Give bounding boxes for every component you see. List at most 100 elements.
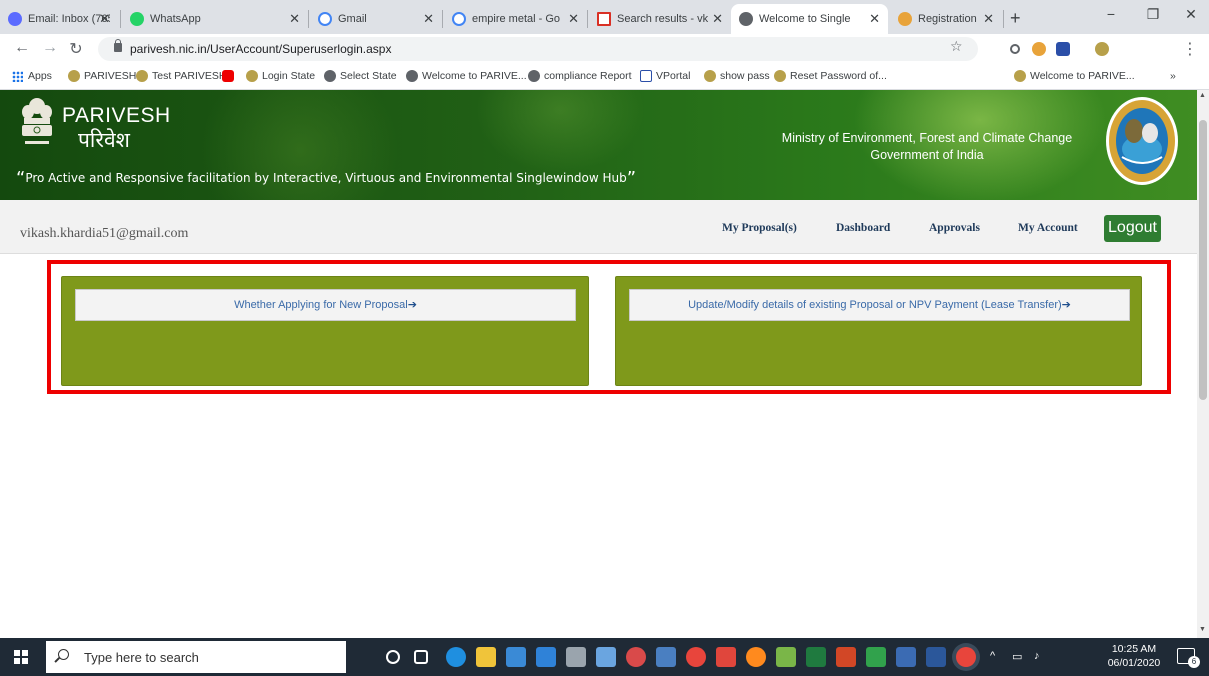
excel-icon[interactable] xyxy=(806,647,826,667)
back-arrow-icon[interactable]: ← xyxy=(12,39,32,57)
tab-empire-metal[interactable]: empire metal - Go ✕ xyxy=(444,4,587,34)
arrow-right-icon: ➔ xyxy=(407,299,417,311)
page-viewport: PARIVESH परिवेश “Pro Active and Responsi… xyxy=(0,90,1197,638)
tab-close-icon[interactable]: ✕ xyxy=(423,11,434,27)
site-tagline: “Pro Active and Responsive facilitation … xyxy=(16,168,637,189)
app-icon-blue[interactable] xyxy=(656,647,676,667)
paint-icon[interactable] xyxy=(596,647,616,667)
tab-close-icon[interactable]: ✕ xyxy=(289,11,300,27)
chrome-icon[interactable] xyxy=(686,647,706,667)
tab-whatsapp[interactable]: WhatsApp ✕ xyxy=(122,4,308,34)
tab-close-icon[interactable]: ✕ xyxy=(568,11,579,27)
tray-chevron-up-icon[interactable]: ^ xyxy=(990,650,995,662)
profile-avatar-icon[interactable] xyxy=(1095,42,1109,56)
app-icon-green[interactable] xyxy=(776,647,796,667)
nav-approvals[interactable]: Approvals xyxy=(929,222,980,234)
url-text[interactable]: parivesh.nic.in/UserAccount/Superuserlog… xyxy=(130,42,391,56)
tab-email-inbox[interactable]: Email: Inbox (765) ✕ xyxy=(0,4,118,34)
word-icon[interactable] xyxy=(926,647,946,667)
browser-tab-strip: Email: Inbox (765) ✕ WhatsApp ✕ Gmail ✕ … xyxy=(0,0,1209,34)
bookmark-test-parivesh[interactable]: Test PARIVESH xyxy=(136,70,227,82)
visio-icon[interactable] xyxy=(896,647,916,667)
whatsapp-favicon-icon xyxy=(130,12,144,26)
chrome-menu-icon[interactable]: ⋮ xyxy=(1180,39,1200,59)
apps-grid-icon xyxy=(12,71,23,82)
firefox-icon[interactable] xyxy=(746,647,766,667)
calculator-icon[interactable] xyxy=(566,647,586,667)
bookmark-show-pass[interactable]: show pass xyxy=(704,70,770,82)
bookmark-apps[interactable]: Apps xyxy=(12,70,52,82)
file-explorer-icon[interactable] xyxy=(476,647,496,667)
nav-dashboard[interactable]: Dashboard xyxy=(836,222,890,234)
bookmark-reset-password[interactable]: Reset Password of... xyxy=(774,70,887,82)
tab-welcome-single[interactable]: Welcome to Single ✕ xyxy=(731,4,888,34)
globe-icon xyxy=(406,70,418,82)
tab-registration[interactable]: Registration ✕ xyxy=(890,4,1002,34)
bookmark-welcome-parivesh[interactable]: Welcome to PARIVE... xyxy=(406,70,527,82)
omnibox[interactable]: parivesh.nic.in/UserAccount/Superuserlog… xyxy=(98,37,978,61)
bookmark-select-state[interactable]: Select State xyxy=(324,70,397,82)
tab-separator xyxy=(308,10,309,28)
bookmark-welcome-parivesh-2[interactable]: Welcome to PARIVE... xyxy=(1014,70,1135,82)
windows-start-icon[interactable] xyxy=(14,650,28,664)
tab-close-icon[interactable]: ✕ xyxy=(99,11,110,27)
maximize-button[interactable]: ❐ xyxy=(1138,6,1168,23)
tab-separator xyxy=(1003,10,1004,28)
app-icon-red[interactable] xyxy=(626,647,646,667)
extension-circle-icon[interactable] xyxy=(1010,44,1020,54)
task-view-icon[interactable] xyxy=(414,650,428,664)
tab-close-icon[interactable]: ✕ xyxy=(869,11,880,27)
volume-icon[interactable]: ♪ xyxy=(1034,650,1040,662)
forward-arrow-icon[interactable]: → xyxy=(40,39,60,57)
page-scrollbar[interactable]: ▲ ▼ xyxy=(1197,90,1209,638)
tab-close-icon[interactable]: ✕ xyxy=(983,11,994,27)
extension-shield-icon[interactable] xyxy=(1056,42,1070,56)
bookmark-login-state[interactable]: Login State xyxy=(246,70,315,82)
system-clock[interactable]: 10:25 AM 06/01/2020 xyxy=(1104,642,1164,670)
parivesh-favicon-icon xyxy=(68,70,80,82)
reload-icon[interactable]: ↻ xyxy=(66,39,86,59)
tab-separator xyxy=(587,10,588,28)
google-favicon-icon xyxy=(452,12,466,26)
new-tab-button[interactable]: + xyxy=(1010,8,1021,29)
update-proposal-card: Update/Modify details of existing Propos… xyxy=(615,276,1142,386)
store-icon[interactable] xyxy=(506,647,526,667)
bookmark-star-icon[interactable]: ☆ xyxy=(950,38,963,55)
lock-icon[interactable] xyxy=(114,39,122,52)
scroll-down-arrow-icon[interactable]: ▼ xyxy=(1199,626,1206,633)
update-proposal-button[interactable]: Update/Modify details of existing Propos… xyxy=(629,289,1130,321)
edge-browser-icon[interactable] xyxy=(446,647,466,667)
email-favicon-icon xyxy=(8,12,22,26)
tab-close-icon[interactable]: ✕ xyxy=(712,11,723,27)
parivesh-favicon-icon xyxy=(1014,70,1026,82)
arrow-right-icon: ➔ xyxy=(1061,299,1071,311)
globe-icon xyxy=(324,70,336,82)
bookmark-parivesh[interactable]: PARIVESH xyxy=(68,70,136,82)
anydesk-icon[interactable] xyxy=(716,647,736,667)
scroll-up-arrow-icon[interactable]: ▲ xyxy=(1199,92,1206,99)
cortana-icon[interactable] xyxy=(386,650,400,664)
taskbar-search-box[interactable]: Type here to search xyxy=(46,641,346,673)
nav-my-account[interactable]: My Account xyxy=(1018,222,1078,234)
chrome-active-icon[interactable] xyxy=(956,647,976,667)
close-window-button[interactable]: ✕ xyxy=(1176,6,1206,23)
network-icon[interactable]: ▭ xyxy=(1012,650,1022,663)
project-icon[interactable] xyxy=(866,647,886,667)
tab-gmail[interactable]: Gmail ✕ xyxy=(310,4,442,34)
youtube-icon xyxy=(222,70,234,82)
new-proposal-button[interactable]: Whether Applying for New Proposal➔ xyxy=(75,289,576,321)
bookmarks-overflow-button[interactable]: » xyxy=(1170,70,1176,82)
scroll-thumb[interactable] xyxy=(1199,120,1207,400)
minimize-button[interactable]: − xyxy=(1096,6,1126,22)
national-emblem-icon xyxy=(22,98,52,144)
logout-button[interactable]: Logout xyxy=(1104,215,1161,242)
address-bar-row: ← → ↻ parivesh.nic.in/UserAccount/Superu… xyxy=(0,34,1209,64)
nav-my-proposals[interactable]: My Proposal(s) xyxy=(722,222,797,234)
bookmark-compliance-report[interactable]: compliance Report xyxy=(528,70,632,82)
mail-icon[interactable] xyxy=(536,647,556,667)
extension-puzzle-icon[interactable] xyxy=(1032,42,1046,56)
bookmark-vportal[interactable]: VPortal xyxy=(640,70,690,82)
tab-search-results[interactable]: Search results - vk ✕ xyxy=(589,4,731,34)
google-favicon-icon xyxy=(318,12,332,26)
powerpoint-icon[interactable] xyxy=(836,647,856,667)
